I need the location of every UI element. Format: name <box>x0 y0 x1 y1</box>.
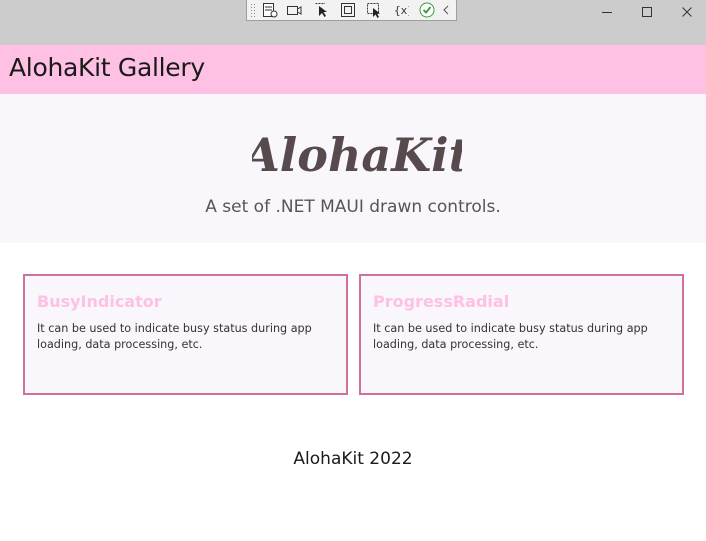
minimize-button[interactable] <box>587 0 627 24</box>
toolbar-grip-icon[interactable] <box>249 2 257 18</box>
close-icon <box>682 7 692 17</box>
card-description: It can be used to indicate busy status d… <box>373 322 648 351</box>
logo-text: AlohaKit <box>252 128 462 181</box>
select-element-icon[interactable] <box>314 2 330 18</box>
app-header: AlohaKit Gallery <box>0 45 706 94</box>
window-titlebar: {x} <box>0 0 706 45</box>
maximize-icon <box>642 7 652 17</box>
page-title: AlohaKit Gallery <box>9 53 205 82</box>
record-icon[interactable] <box>286 2 302 18</box>
collapse-chevron-icon[interactable] <box>441 2 451 18</box>
track-focus-icon[interactable] <box>366 2 382 18</box>
binding-failures-icon[interactable]: {x} <box>393 2 409 18</box>
maximize-button[interactable] <box>627 0 667 24</box>
close-button[interactable] <box>667 0 706 24</box>
card-progressradial[interactable]: ProgressRadial It can be used to indicat… <box>359 274 684 395</box>
minimize-icon <box>602 12 612 13</box>
card-busyindicator[interactable]: BusyIndicator It can be used to indicate… <box>23 274 348 395</box>
hero-section: AlohaKit A set of .NET MAUI drawn contro… <box>0 94 706 243</box>
hot-reload-check-icon[interactable] <box>419 2 435 18</box>
card-title: ProgressRadial <box>373 292 510 311</box>
svg-text:{x}: {x} <box>394 4 409 17</box>
footer-text: AlohaKit 2022 <box>293 449 413 469</box>
live-visual-tree-icon[interactable] <box>262 2 278 18</box>
card-description: It can be used to indicate busy status d… <box>37 322 312 351</box>
card-title: BusyIndicator <box>37 292 162 311</box>
xaml-debug-toolbar: {x} <box>246 0 457 21</box>
display-layout-adorners-icon[interactable] <box>340 2 356 18</box>
alohakit-logo: AlohaKit <box>240 121 470 182</box>
tagline: A set of .NET MAUI drawn controls. <box>205 197 501 217</box>
